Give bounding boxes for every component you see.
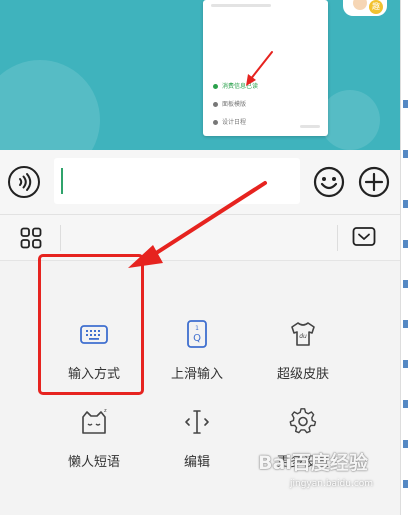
avatar[interactable]: 趣 [343, 0, 387, 16]
svg-text:du: du [299, 333, 307, 340]
edit-item[interactable]: 编辑 [147, 407, 247, 470]
swipe-input-label: 上滑输入 [170, 367, 223, 382]
red-highlight-box [38, 254, 144, 395]
lazy-phrases-item[interactable]: z 懒人短语 [44, 407, 144, 470]
swipe-q-icon: 1 Q [187, 320, 207, 348]
chat-background: 消费信息已读 面板模版 设计日程 趣 [0, 0, 400, 150]
right-edge-strip [400, 0, 409, 515]
message-input[interactable] [54, 158, 300, 204]
grid-apps-icon [20, 227, 42, 249]
watermark-url: jingyan.baidu.com [290, 479, 374, 489]
text-cursor-icon [185, 410, 209, 434]
super-skin-item[interactable]: du 超级皮肤 [253, 319, 353, 382]
emoji-button[interactable] [313, 166, 345, 198]
card-row: 消费信息已读 [213, 82, 258, 92]
svg-text:z: z [104, 408, 107, 414]
card-row: 设计日程 [213, 118, 246, 128]
lazy-cat-icon: z [82, 408, 107, 434]
tshirt-skin-icon: du [291, 322, 315, 346]
swipe-input-item[interactable]: 1 Q 上滑输入 [147, 319, 247, 382]
voice-wave-icon [19, 173, 32, 191]
plus-button[interactable] [358, 166, 390, 198]
svg-text:Q: Q [193, 333, 201, 344]
plus-circle-icon [358, 166, 390, 198]
card-row: 面板模版 [213, 100, 246, 110]
keyboard-collapse-icon [352, 227, 376, 246]
collapse-keyboard-button[interactable] [352, 226, 376, 248]
chat-input-bar [0, 150, 400, 215]
watermark-brand: Bai百度经验 [258, 452, 368, 474]
toolbar-divider [337, 225, 338, 251]
avatar-badge: 趣 [369, 0, 383, 14]
super-skin-label: 超级皮肤 [276, 367, 329, 382]
emoji-smile-icon [313, 166, 345, 198]
edit-label: 编辑 [183, 455, 210, 470]
voice-button[interactable] [8, 166, 40, 198]
toolbar-divider [60, 225, 61, 251]
apps-grid-button[interactable] [20, 227, 42, 249]
svg-text:1: 1 [195, 325, 199, 332]
text-caret [61, 168, 63, 194]
lazy-phrases-label: 懒人短语 [67, 455, 120, 470]
gear-icon [289, 408, 317, 434]
baidu-jingyan-watermark: Bai百度经验 jingyan.baidu.com [258, 443, 386, 503]
shared-image-card[interactable]: 消费信息已读 面板模版 设计日程 [203, 0, 328, 136]
